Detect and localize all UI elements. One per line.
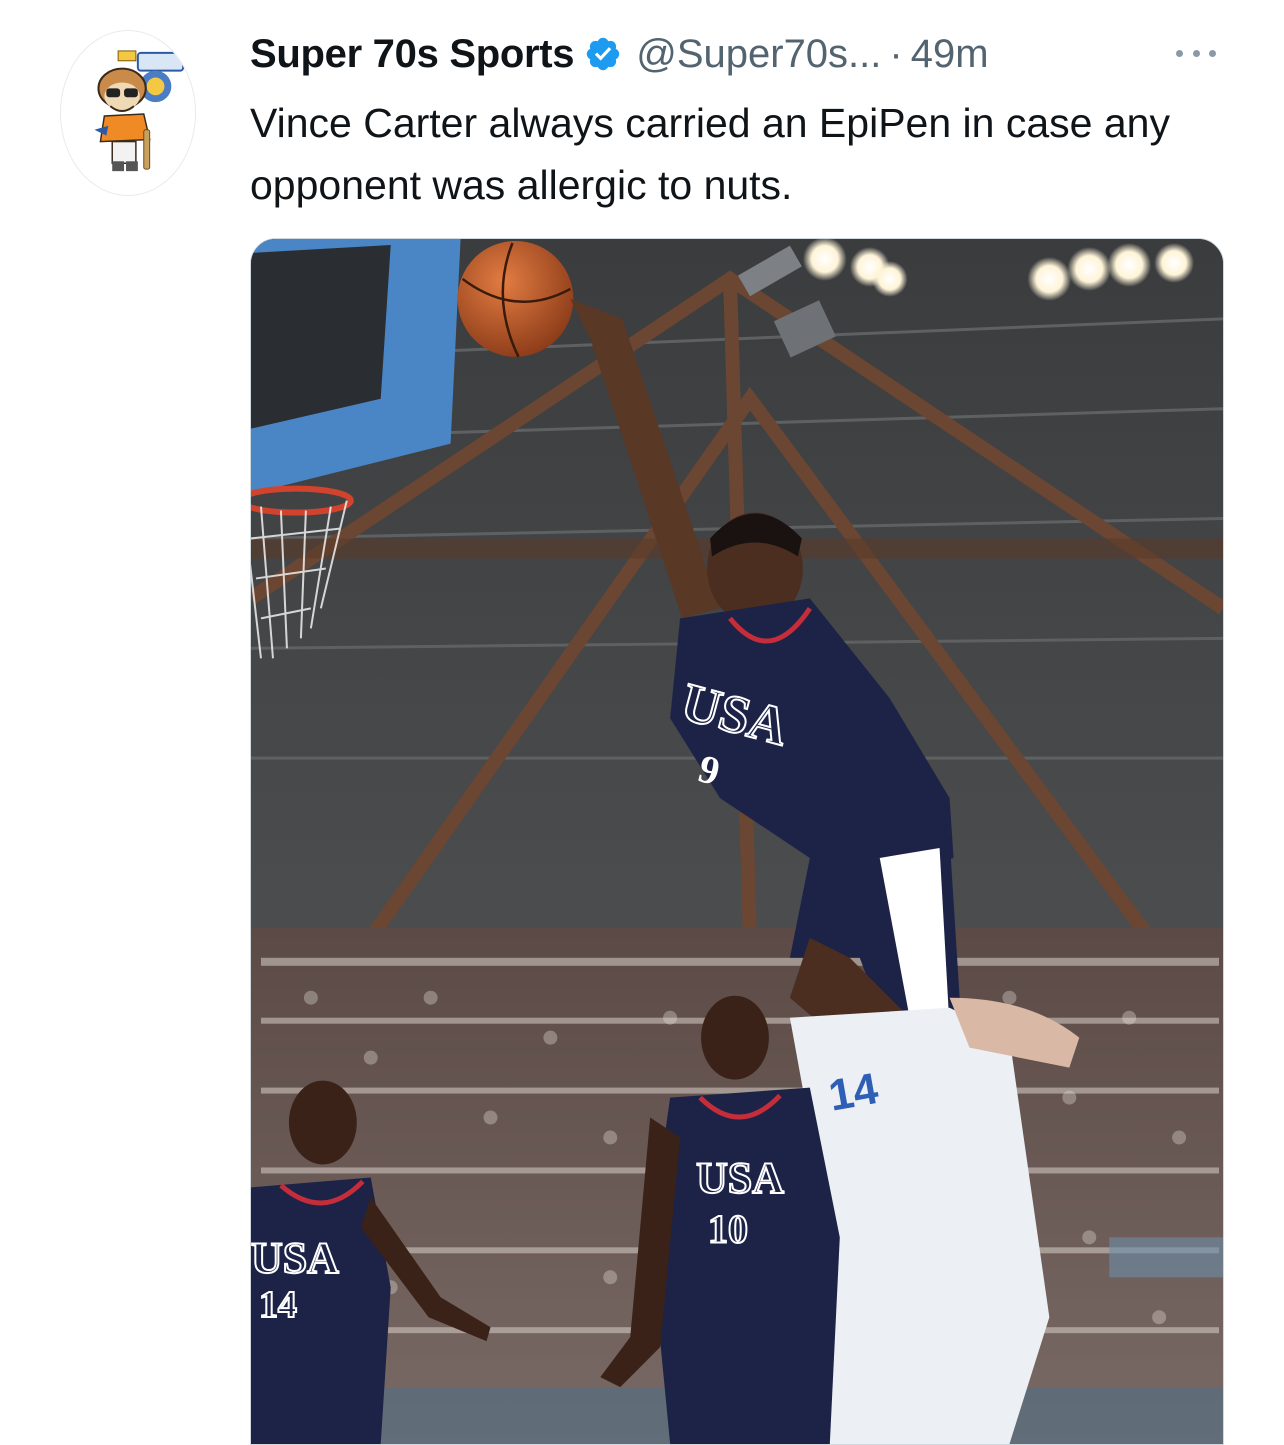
- user-handle[interactable]: @Super70s...: [636, 32, 881, 77]
- header-separator: ·: [889, 31, 903, 76]
- avatar[interactable]: [60, 30, 196, 196]
- more-dot-2: [1192, 49, 1200, 57]
- center-jersey-number: 10: [708, 1206, 748, 1251]
- tweet-timestamp[interactable]: 49m: [911, 32, 989, 77]
- tweet-photo[interactable]: USA 9 14 USA 10 USA 14: [250, 238, 1224, 1445]
- center-jersey-text: USA: [696, 1154, 784, 1202]
- left-jersey-text: USA: [251, 1234, 339, 1282]
- tweet-text: Vince Carter always carried an EpiPen in…: [250, 100, 1170, 208]
- more-dot-3: [1209, 49, 1216, 57]
- tweet: Super 70s Sports @Super70s... · 49m Vinc…: [0, 0, 1284, 1445]
- more-options-icon[interactable]: [1170, 38, 1222, 68]
- super-70s-logo-image: [61, 31, 195, 195]
- verified-badge-icon: [584, 35, 622, 73]
- tweet-header: Super 70s Sports @Super70s... · 49m: [250, 30, 989, 78]
- more-dot-1: [1176, 49, 1183, 57]
- left-jersey-number: 14: [259, 1284, 297, 1326]
- display-name[interactable]: Super 70s Sports: [250, 32, 575, 77]
- opponent-jersey-number: 14: [825, 1064, 882, 1121]
- basketball-dunk-photo: USA 9 14 USA 10 USA 14: [251, 239, 1223, 1444]
